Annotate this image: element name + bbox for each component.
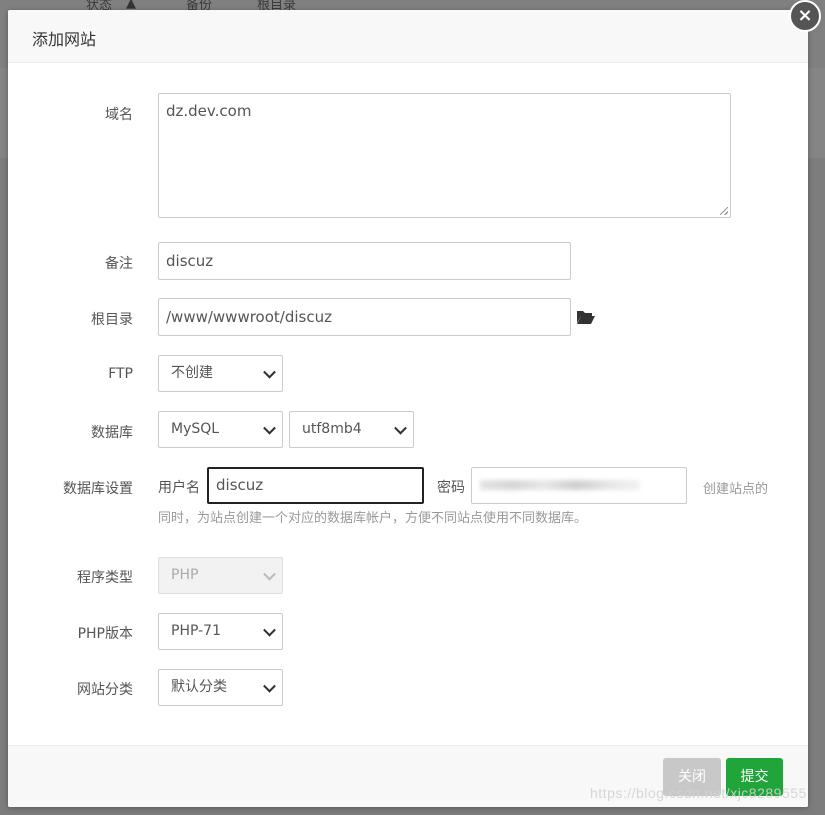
ftp-select[interactable]: 不创建 — [158, 355, 283, 392]
dialog-title: 添加网站 — [32, 30, 97, 49]
add-site-dialog: 添加网站 域名 dz.dev.com 备注 discuz 根目录 /www/ww… — [8, 10, 808, 807]
database-type-select[interactable]: MySQL — [158, 411, 283, 448]
password-masked — [480, 480, 640, 490]
domain-textarea[interactable]: dz.dev.com — [158, 93, 731, 218]
php-version-selected: PHP-71 — [171, 623, 221, 639]
db-user-label: 用户名 — [158, 480, 200, 496]
ftp-selected: 不创建 — [171, 365, 213, 381]
database-charset-selected: utf8mb4 — [302, 421, 362, 437]
resize-grip-icon[interactable] — [720, 207, 728, 215]
chevron-down-icon — [263, 623, 276, 637]
db-hint-line2: 同时，为站点创建一个对应的数据库帐户，方便不同站点使用不同数据库。 — [158, 511, 588, 526]
program-type-label: 程序类型 — [77, 570, 133, 586]
chevron-down-icon — [263, 567, 276, 581]
db-user-input[interactable]: discuz — [207, 467, 424, 504]
dialog-header: 添加网站 — [8, 10, 808, 63]
chevron-down-icon — [263, 365, 276, 379]
chevron-down-icon — [263, 421, 276, 435]
db-password-label: 密码 — [437, 480, 465, 496]
database-label: 数据库 — [91, 425, 133, 441]
close-icon[interactable]: × — [789, 0, 821, 32]
domain-value: dz.dev.com — [166, 102, 252, 120]
program-type-selected: PHP — [171, 567, 199, 583]
chevron-down-icon — [263, 679, 276, 693]
php-version-select[interactable]: PHP-71 — [158, 613, 283, 650]
folder-open-icon[interactable] — [576, 309, 596, 325]
domain-label: 域名 — [105, 107, 133, 123]
site-category-selected: 默认分类 — [171, 679, 227, 695]
root-label: 根目录 — [91, 312, 133, 328]
remark-label: 备注 — [105, 256, 133, 272]
program-type-select: PHP — [158, 557, 283, 594]
db-password-input[interactable] — [471, 467, 687, 504]
site-category-select[interactable]: 默认分类 — [158, 669, 283, 706]
php-version-label: PHP版本 — [77, 626, 133, 642]
database-type-selected: MySQL — [171, 421, 220, 437]
database-charset-select[interactable]: utf8mb4 — [289, 411, 414, 448]
site-category-label: 网站分类 — [77, 682, 133, 698]
ftp-label: FTP — [108, 366, 133, 382]
root-input[interactable]: /www/wwwroot/discuz — [158, 298, 571, 336]
watermark: https://blog.csdn.net/xjc8289555 — [590, 785, 807, 801]
remark-input[interactable]: discuz — [158, 242, 571, 280]
chevron-down-icon — [394, 421, 407, 435]
db-settings-label: 数据库设置 — [63, 481, 133, 497]
db-hint-line1: 创建站点的 — [703, 482, 769, 497]
db-user-value: discuz — [216, 476, 264, 494]
remark-value: discuz — [166, 252, 214, 270]
root-value: /www/wwwroot/discuz — [166, 308, 332, 326]
